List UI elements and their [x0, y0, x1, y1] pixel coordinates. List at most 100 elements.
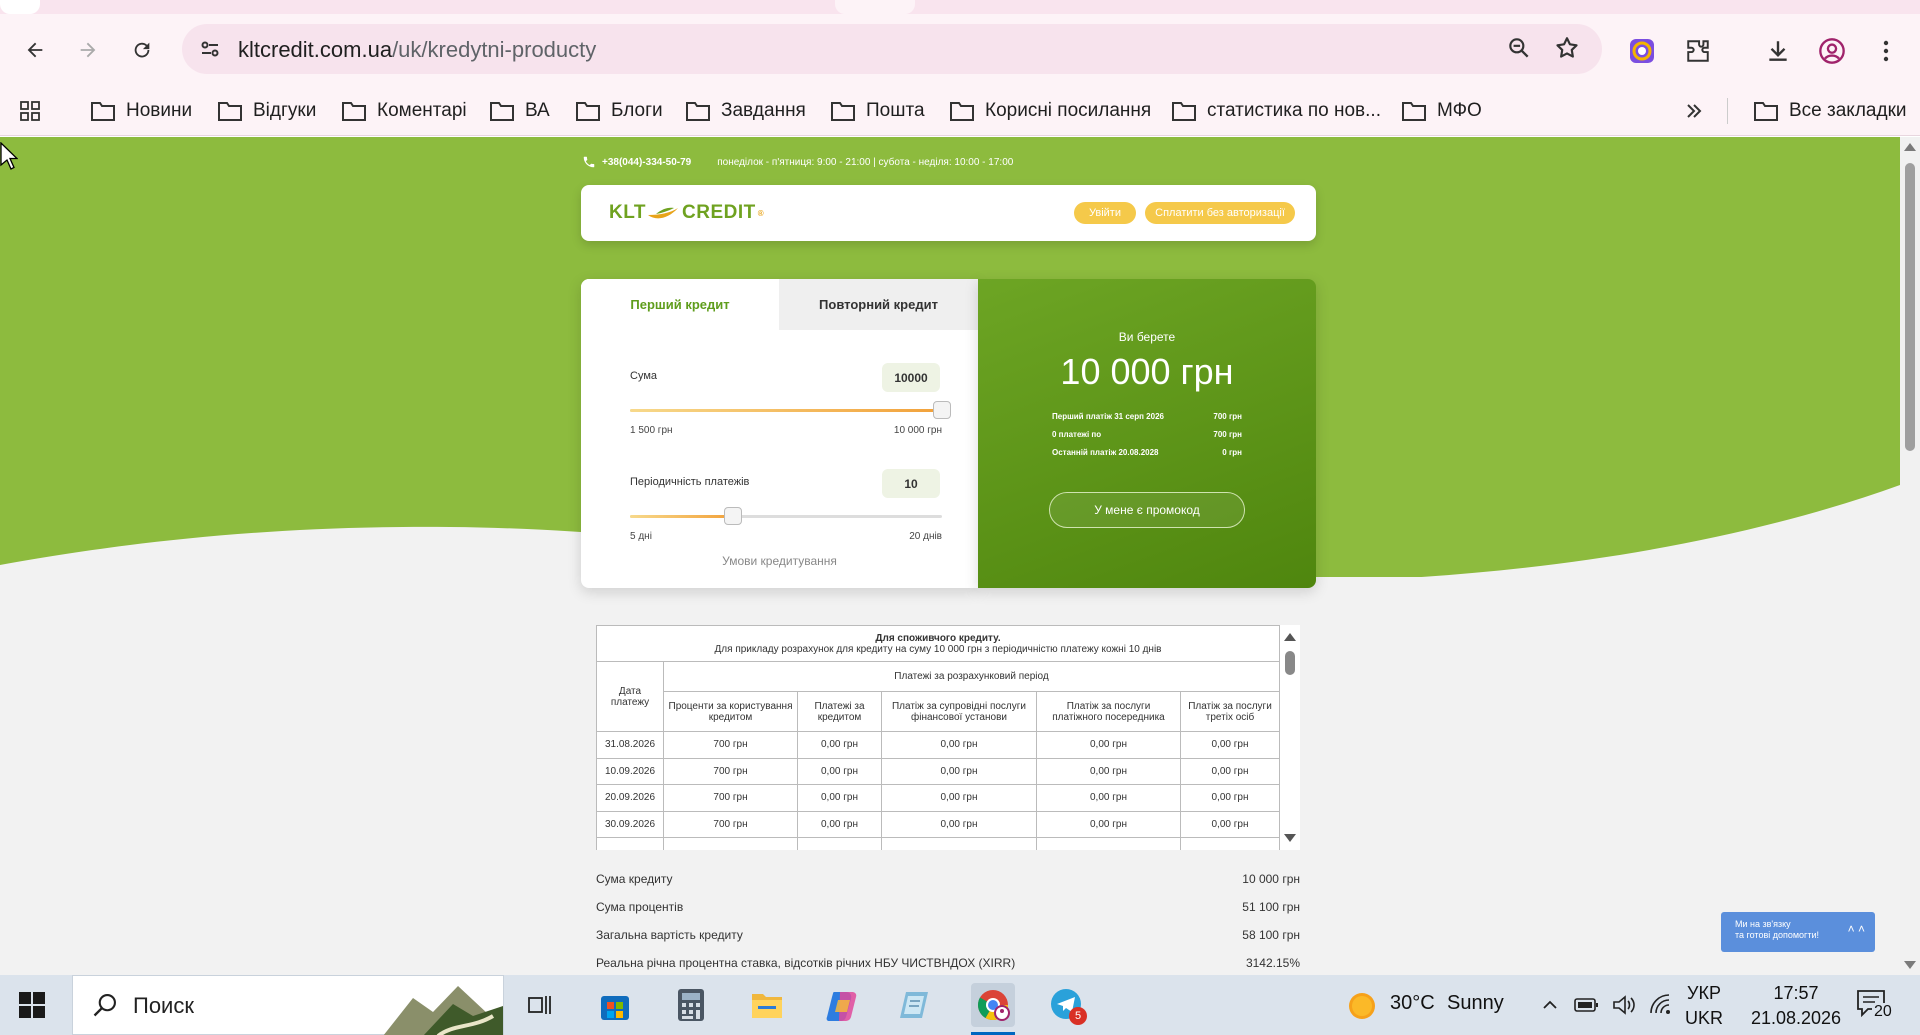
tray-overflow-chevron-icon[interactable] [1540, 995, 1560, 1015]
folder-icon [91, 102, 115, 121]
file-explorer-icon[interactable] [745, 983, 789, 1027]
language-top: УКР [1687, 983, 1721, 1003]
bookmark-folder[interactable]: Відгуки [217, 96, 316, 126]
volume-icon[interactable] [1612, 993, 1638, 1017]
weather-condition[interactable]: Sunny [1447, 992, 1504, 1015]
bookmark-folder[interactable]: Завдання [685, 96, 806, 126]
support-chat-widget[interactable]: Ми на зв'язку та готові допомогти! ˄ ˄ [1721, 912, 1875, 952]
forward-button[interactable] [68, 30, 108, 70]
search-highlight-mountain-icon [383, 986, 503, 1035]
extensions-puzzle-icon[interactable] [1683, 36, 1713, 66]
taskbar-search-box[interactable]: Поиск [72, 975, 504, 1035]
tab-first-credit[interactable]: Перший кредит [581, 279, 779, 330]
table-row: 20.09.2026 700 грн 0,00 грн 0,00 грн 0,00 гр… [596, 784, 1280, 812]
bookmark-star-icon[interactable] [1554, 35, 1580, 61]
bookmark-folder[interactable]: Новини [90, 96, 192, 126]
period-value-input[interactable]: 10 [882, 469, 940, 498]
notification-center-button[interactable]: 20 [1856, 989, 1896, 1023]
system-clock[interactable]: 17:57 21.08.2026 [1741, 981, 1851, 1031]
sum-max: 10 000 грн [893, 425, 942, 436]
folder-icon [342, 102, 366, 121]
loan-calculator: Перший кредит Повторний кредит Сума 1000… [581, 279, 978, 588]
payment-schedule-table[interactable]: Для споживчого кредиту. Для прикладу розр… [596, 625, 1300, 850]
tab-left[interactable] [0, 0, 40, 14]
bookmark-folder[interactable]: ВА [489, 96, 550, 126]
url-host: kltcredit.com.ua [238, 37, 393, 62]
column-header: Дата платежу [596, 661, 664, 732]
bookmark-label: Корисні посилання [985, 100, 1152, 121]
notes-app-icon[interactable] [893, 983, 937, 1027]
sum-value-input[interactable]: 10000 [882, 363, 940, 392]
table-caption-text: Для прикладу розрахунок для кредиту на с… [714, 643, 1162, 655]
period-slider-handle[interactable] [723, 507, 742, 525]
telegram-icon[interactable]: 5 [1045, 983, 1089, 1027]
weather-temperature[interactable]: 30°C [1390, 992, 1435, 1015]
promocode-button[interactable]: У мене є промокод [1049, 492, 1245, 528]
bookmark-folder[interactable]: МФО [1401, 96, 1482, 126]
tab-active[interactable] [835, 0, 915, 14]
table-row: 31.08.2026 700 грн 0,00 грн 0,00 грн 0,00 гр… [596, 731, 1280, 759]
sum-slider-handle[interactable] [933, 401, 951, 419]
weather-sun-icon[interactable] [1347, 991, 1377, 1021]
task-view-icon[interactable] [517, 983, 561, 1027]
calculator-icon[interactable] [669, 983, 713, 1027]
credit-terms-link[interactable]: Умови кредитування [581, 554, 978, 568]
clock-time: 17:57 [1773, 983, 1819, 1003]
scroll-down-arrow-icon[interactable] [1904, 961, 1916, 969]
menu-kebab-icon[interactable] [1871, 36, 1901, 66]
copilot-icon[interactable] [821, 983, 865, 1027]
result-title: Ви берете [1118, 330, 1176, 344]
bookmark-label: Новини [126, 100, 193, 121]
scroll-down-arrow-icon[interactable] [1284, 834, 1296, 842]
wifi-icon[interactable] [1648, 993, 1674, 1017]
result-row-value: 700 грн [1213, 412, 1242, 421]
chrome-taskbar-icon[interactable] [971, 983, 1015, 1035]
input-language-indicator[interactable]: УКР UKR [1685, 981, 1723, 1031]
language-bottom: UKR [1685, 1008, 1724, 1028]
bookmark-folder[interactable]: Блоги [575, 96, 663, 126]
period-slider[interactable] [630, 507, 942, 525]
folder-icon [490, 102, 514, 121]
page-scroll-thumb[interactable] [1905, 163, 1915, 451]
bookmark-label: Все закладки [1789, 100, 1907, 121]
folder-icon [576, 102, 600, 121]
battery-icon[interactable] [1574, 995, 1600, 1015]
bookmark-folder[interactable]: статистика по нов... [1171, 96, 1381, 126]
scroll-up-arrow-icon[interactable] [1284, 633, 1296, 641]
site-logo[interactable]: KLT CREDIT ® [609, 202, 764, 224]
tab-repeat-credit[interactable]: Повторний кредит [779, 279, 978, 330]
microsoft-store-icon[interactable] [593, 983, 637, 1027]
back-button[interactable] [15, 30, 55, 70]
scroll-up-arrow-icon[interactable] [1904, 143, 1916, 151]
page-scrollbar[interactable] [1900, 137, 1920, 975]
login-button[interactable]: Увійти [1074, 202, 1136, 224]
bookmark-folder[interactable]: Корисні посилання [949, 96, 1151, 126]
table-cell: 0,00 грн [1180, 731, 1280, 759]
result-row-label: Перший платіж 31 серп 2026 [1052, 412, 1164, 421]
table-scroll-thumb[interactable] [1285, 651, 1295, 675]
windows-start-icon[interactable] [18, 991, 46, 1019]
bookmarks-bar: Новини Відгуки Коментарі ВА Блоги Завдан… [0, 86, 1920, 136]
table-cell: 0,00 грн [881, 731, 1037, 759]
phone-link[interactable]: +38(044)-334-50-79 [582, 155, 691, 169]
address-bar[interactable]: kltcredit.com.ua/uk/kredytni-producty [182, 24, 1602, 74]
extension-color-icon[interactable] [1627, 36, 1657, 66]
bookmark-folder[interactable]: Пошта [830, 96, 925, 126]
table-cell: 0,00 грн [1036, 810, 1181, 838]
result-row: Перший платіж 31 серп 2026 700 грн [1052, 412, 1242, 421]
reload-button[interactable] [122, 30, 162, 70]
chat-expand-chevron-icon[interactable]: ˄ ˄ [1848, 923, 1865, 935]
all-bookmarks-button[interactable]: Все закладки [1753, 96, 1907, 126]
sum-slider[interactable] [630, 401, 951, 419]
site-info-icon[interactable] [198, 37, 222, 61]
bookmark-folder[interactable]: Коментарі [341, 96, 467, 126]
table-cell: 0,00 грн [797, 757, 882, 785]
downloads-icon[interactable] [1763, 36, 1793, 66]
pay-without-auth-button[interactable]: Сплатити без авторизації [1145, 202, 1295, 224]
zoom-icon[interactable] [1506, 35, 1532, 61]
working-hours: понеділок - п'ятниця: 9:00 - 21:00 | суб… [717, 156, 1014, 168]
table-scrollbar[interactable] [1280, 625, 1300, 850]
more-bookmarks-chevron-icon[interactable] [1684, 96, 1704, 126]
profile-icon[interactable] [1817, 36, 1847, 66]
apps-grid-icon[interactable] [18, 96, 42, 126]
